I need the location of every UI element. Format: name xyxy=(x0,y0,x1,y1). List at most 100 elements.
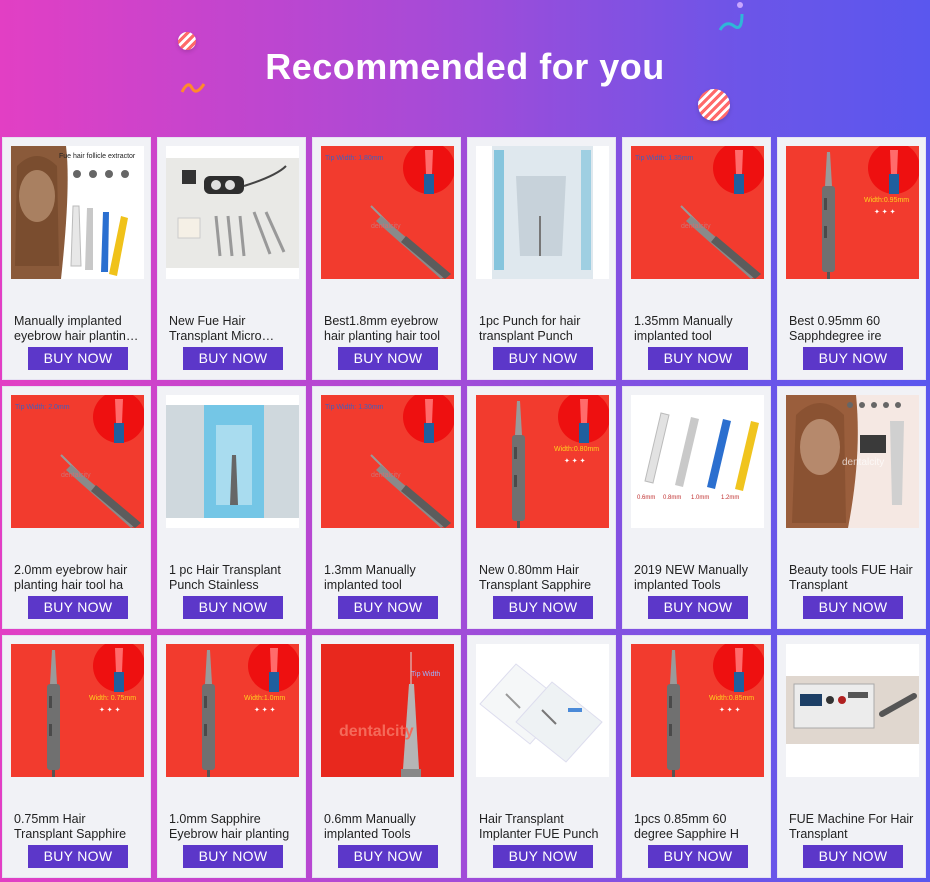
product-image[interactable] xyxy=(786,644,919,777)
ribbon-decoration xyxy=(716,0,746,36)
product-image[interactable]: Width:1.0mm ✦ ✦ ✦ xyxy=(166,644,299,777)
product-card[interactable]: 1pc Punch for hair transplant Punch BUY N… xyxy=(467,137,616,380)
svg-text:dentalcity: dentalcity xyxy=(61,472,91,479)
product-image[interactable]: Width:0.95mm ✦ ✦ ✦ xyxy=(786,146,919,279)
svg-text:0.6mm: 0.6mm xyxy=(637,495,655,501)
product-name[interactable]: New 0.80mm Hair Transplant Sapphire xyxy=(479,563,607,593)
buy-now-button[interactable]: BUY NOW xyxy=(803,596,903,619)
buy-now-button[interactable]: BUY NOW xyxy=(28,347,128,370)
overlay-label: Tip Width: 1.30mm xyxy=(325,404,384,411)
buy-now-button[interactable]: BUY NOW xyxy=(28,596,128,619)
product-card[interactable]: 0.6mm 0.8mm 1.0mm 1.2mm 2019 NEW Manuall… xyxy=(622,386,771,629)
product-name[interactable]: Best 0.95mm 60 Sapphdegree ire xyxy=(789,314,917,344)
product-name[interactable]: 1.35mm Manually implanted tool xyxy=(634,314,762,344)
product-card[interactable]: Tip Width: 1.30mm dentalcity 1.3mm Manua… xyxy=(312,386,461,629)
product-image[interactable] xyxy=(166,146,299,279)
product-card[interactable]: Tip Width: 2.0mm dentalcity 2.0mm eyebro… xyxy=(2,386,151,629)
product-card[interactable]: dentalcity Beauty tools FUE Hair Transpl… xyxy=(777,386,926,629)
svg-text:dentalcity: dentalcity xyxy=(371,223,401,230)
product-name[interactable]: New Fue Hair Transplant Micro Motor xyxy=(169,314,297,344)
header-banner: Recommended for you xyxy=(0,0,930,137)
product-image[interactable] xyxy=(166,395,299,528)
product-card[interactable]: Width:1.0mm ✦ ✦ ✦ 1.0mm Sapphire Eyebrow… xyxy=(157,635,306,878)
svg-text:1.0mm: 1.0mm xyxy=(691,495,709,501)
buy-now-button[interactable]: BUY NOW xyxy=(183,845,283,868)
product-name[interactable]: FUE Machine For Hair Transplant xyxy=(789,812,917,842)
svg-text:Width: 0.75mm: Width: 0.75mm xyxy=(89,695,136,702)
product-name[interactable]: 0.6mm Manually implanted Tools xyxy=(324,812,452,842)
product-name[interactable]: Manually implanted eyebrow hair planting… xyxy=(14,314,142,344)
product-name[interactable]: 0.75mm Hair Transplant Sapphire xyxy=(14,812,142,842)
product-name[interactable]: Hair Transplant Implanter FUE Punch xyxy=(479,812,607,842)
buy-now-button[interactable]: BUY NOW xyxy=(648,596,748,619)
buy-now-button[interactable]: BUY NOW xyxy=(648,347,748,370)
buy-now-button[interactable]: BUY NOW xyxy=(338,596,438,619)
buy-now-button[interactable]: BUY NOW xyxy=(28,845,128,868)
product-grid: Fue hair follicle extractor Manually imp… xyxy=(2,137,928,878)
buy-now-button[interactable]: BUY NOW xyxy=(183,347,283,370)
product-name[interactable]: 1.3mm Manually implanted tool xyxy=(324,563,452,593)
product-image[interactable]: Tip Width dentalcity xyxy=(321,644,454,777)
product-card[interactable]: Fue hair follicle extractor Manually imp… xyxy=(2,137,151,380)
product-image[interactable]: Width:0.85mm ✦ ✦ ✦ xyxy=(631,644,764,777)
buy-now-button[interactable]: BUY NOW xyxy=(183,596,283,619)
product-image[interactable]: Tip Width: 1.35mm dentalcity xyxy=(631,146,764,279)
product-card[interactable]: New Fue Hair Transplant Micro Motor BUY N… xyxy=(157,137,306,380)
product-card[interactable]: Width: 0.75mm ✦ ✦ ✦ 0.75mm Hair Transpla… xyxy=(2,635,151,878)
svg-text:Width:0.85mm: Width:0.85mm xyxy=(709,695,754,702)
product-card[interactable]: Tip Width dentalcity 0.6mm Manually impl… xyxy=(312,635,461,878)
buy-now-button[interactable]: BUY NOW xyxy=(648,845,748,868)
svg-text:✦ ✦ ✦: ✦ ✦ ✦ xyxy=(874,208,896,216)
product-card[interactable]: Width:0.95mm ✦ ✦ ✦ Best 0.95mm 60 Sapphd… xyxy=(777,137,926,380)
svg-text:✦ ✦ ✦: ✦ ✦ ✦ xyxy=(254,706,276,714)
product-name[interactable]: 2.0mm eyebrow hair planting hair tool ha xyxy=(14,563,142,593)
product-image[interactable]: Width: 0.75mm ✦ ✦ ✦ xyxy=(11,644,144,777)
product-image[interactable]: Tip Width: 1.80mm dentalcity xyxy=(321,146,454,279)
product-image[interactable]: 0.6mm 0.8mm 1.0mm 1.2mm xyxy=(631,395,764,528)
product-name[interactable]: 1pc Punch for hair transplant Punch xyxy=(479,314,607,344)
svg-text:Width:1.0mm: Width:1.0mm xyxy=(244,695,285,702)
svg-text:Fue hair follicle extractor: Fue hair follicle extractor xyxy=(59,153,136,160)
product-image[interactable]: Width:0.80mm ✦ ✦ ✦ xyxy=(476,395,609,528)
buy-now-button[interactable]: BUY NOW xyxy=(803,845,903,868)
product-image[interactable]: dentalcity xyxy=(786,395,919,528)
product-card[interactable]: Tip Width: 1.80mm dentalcity Best1.8mm e… xyxy=(312,137,461,380)
product-image[interactable] xyxy=(476,644,609,777)
buy-now-button[interactable]: BUY NOW xyxy=(493,596,593,619)
striped-ball-decoration xyxy=(698,89,730,121)
svg-text:Width:0.95mm: Width:0.95mm xyxy=(864,197,909,204)
product-image[interactable]: Fue hair follicle extractor xyxy=(11,146,144,279)
buy-now-button[interactable]: BUY NOW xyxy=(493,347,593,370)
svg-text:✦ ✦ ✦: ✦ ✦ ✦ xyxy=(99,706,121,714)
buy-now-button[interactable]: BUY NOW xyxy=(493,845,593,868)
product-image[interactable]: Tip Width: 1.30mm dentalcity xyxy=(321,395,454,528)
product-card[interactable]: Width:0.85mm ✦ ✦ ✦ 1pcs 0.85mm 60 degree… xyxy=(622,635,771,878)
overlay-label: Tip Width: 2.0mm xyxy=(15,404,70,411)
svg-text:Width:0.80mm: Width:0.80mm xyxy=(554,446,599,453)
product-name[interactable]: 1 pc Hair Transplant Punch Stainless xyxy=(169,563,297,593)
buy-now-button[interactable]: BUY NOW xyxy=(338,347,438,370)
product-name[interactable]: Beauty tools FUE Hair Transplant xyxy=(789,563,917,593)
product-name[interactable]: Best1.8mm eyebrow hair planting hair too… xyxy=(324,314,452,344)
product-card[interactable]: Width:0.80mm ✦ ✦ ✦ New 0.80mm Hair Trans… xyxy=(467,386,616,629)
overlay-label: Tip Width: 1.35mm xyxy=(635,155,694,162)
svg-text:dentalcity: dentalcity xyxy=(371,472,401,479)
svg-text:dentalcity: dentalcity xyxy=(842,457,884,468)
product-name[interactable]: 1pcs 0.85mm 60 degree Sapphire H xyxy=(634,812,762,842)
buy-now-button[interactable]: BUY NOW xyxy=(803,347,903,370)
product-image[interactable]: Tip Width: 2.0mm dentalcity xyxy=(11,395,144,528)
buy-now-button[interactable]: BUY NOW xyxy=(338,845,438,868)
product-card[interactable]: Hair Transplant Implanter FUE Punch BUY N… xyxy=(467,635,616,878)
product-card[interactable]: 1 pc Hair Transplant Punch Stainless BUY … xyxy=(157,386,306,629)
svg-text:dentalcity: dentalcity xyxy=(339,723,414,740)
product-card[interactable]: Tip Width: 1.35mm dentalcity 1.35mm Manu… xyxy=(622,137,771,380)
product-card[interactable]: FUE Machine For Hair Transplant BUY NOW xyxy=(777,635,926,878)
product-name[interactable]: 1.0mm Sapphire Eyebrow hair planting xyxy=(169,812,297,842)
overlay-label: Tip Width: 1.80mm xyxy=(325,155,384,162)
product-name[interactable]: 2019 NEW Manually implanted Tools xyxy=(634,563,762,593)
svg-text:1.2mm: 1.2mm xyxy=(721,495,739,501)
product-image[interactable] xyxy=(476,146,609,279)
svg-text:dentalcity: dentalcity xyxy=(681,223,711,230)
svg-text:✦ ✦ ✦: ✦ ✦ ✦ xyxy=(564,457,586,465)
svg-text:0.8mm: 0.8mm xyxy=(663,495,681,501)
